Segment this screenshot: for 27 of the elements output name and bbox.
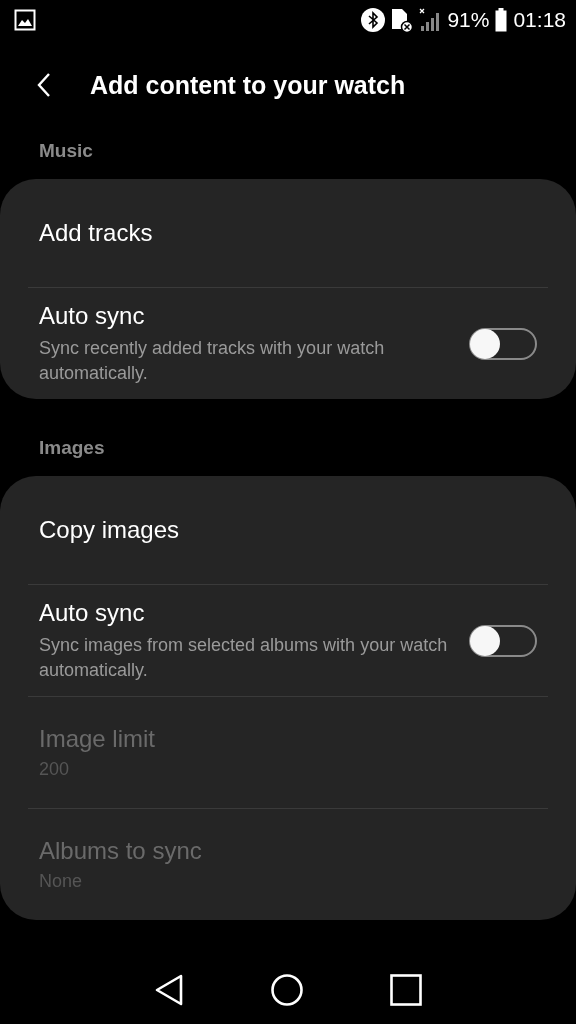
back-icon[interactable]: [153, 974, 184, 1006]
item-summary: Sync images from selected albums with your watch automatically.: [39, 634, 449, 682]
item-title: Auto sync: [39, 599, 145, 628]
toggle-switch[interactable]: [469, 327, 537, 360]
item-summary: Sync recently added tracks with your watch automatically.: [39, 337, 386, 385]
item-title: Image limit: [39, 725, 156, 753]
settings-item[interactable]: Auto sync Sync images from selected albums with your watch automatically.: [28, 584, 548, 696]
battery-icon: [495, 8, 508, 32]
bluetooth-icon: [361, 8, 386, 32]
gallery-icon: [14, 9, 36, 31]
item-title: Auto sync: [39, 302, 145, 331]
settings-item[interactable]: Copy images: [28, 476, 548, 584]
sim-error-icon: [391, 7, 414, 33]
recents-icon[interactable]: [390, 974, 423, 1006]
clock: 01:18: [513, 8, 566, 32]
toggle-switch[interactable]: [469, 624, 537, 657]
settings-item[interactable]: Add tracks: [28, 179, 548, 287]
battery-percent: 91%: [447, 8, 490, 32]
item-title: Albums to sync: [39, 837, 202, 865]
screen-title: Add content to your watch: [90, 70, 406, 100]
section-header: Music: [38, 139, 94, 163]
signal-icon: [419, 8, 442, 32]
item-title: Add tracks: [39, 219, 153, 247]
item-title: Copy images: [39, 516, 180, 544]
section-header: Images: [38, 436, 106, 460]
home-icon[interactable]: [271, 974, 303, 1006]
settings-item[interactable]: Auto sync Sync recently added tracks with your watch automatically.: [28, 287, 548, 399]
